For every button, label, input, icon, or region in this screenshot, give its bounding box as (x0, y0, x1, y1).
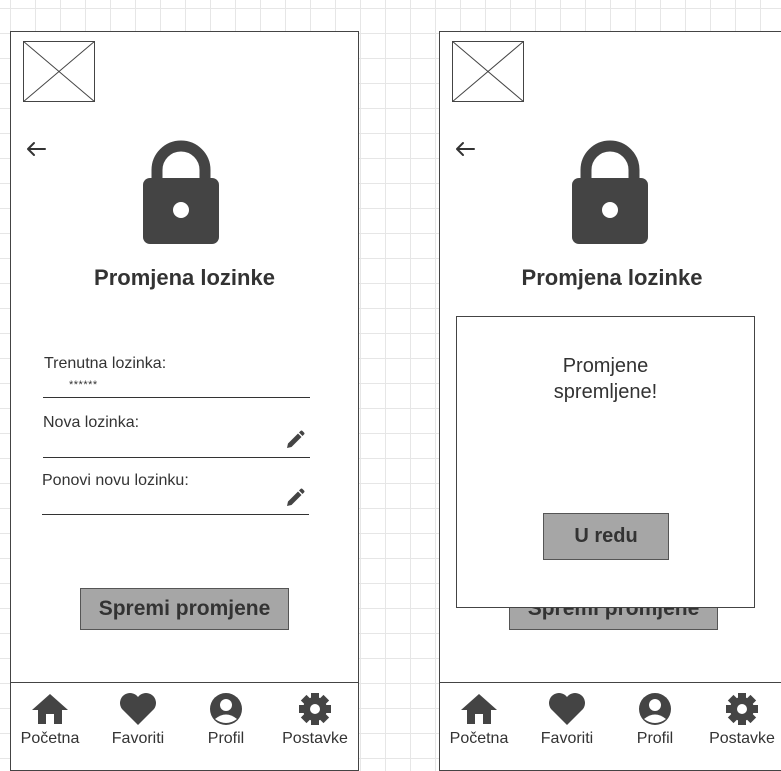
page-title: Promjena lozinke (521, 265, 703, 290)
back-arrow-icon[interactable] (454, 138, 476, 160)
new-password-input[interactable] (43, 457, 310, 458)
home-icon (32, 694, 68, 724)
nav-item-home[interactable]: Početna (440, 683, 518, 755)
lock-icon (143, 140, 219, 244)
nav-label-settings: Postavke (709, 730, 775, 747)
repeat-password-input[interactable] (42, 514, 309, 515)
nav-item-favorites[interactable]: Favoriti (99, 683, 177, 755)
nav-label-settings: Postavke (282, 730, 348, 747)
nav-label-home: Početna (449, 730, 509, 747)
edit-new-password-icon[interactable] (285, 430, 305, 450)
logo-placeholder-icon (452, 41, 524, 102)
save-changes-button[interactable]: Spremi promjene (80, 588, 289, 630)
gear-icon (299, 693, 331, 725)
nav-label-home: Početna (20, 730, 80, 747)
current-password-input[interactable]: ****** (69, 379, 98, 391)
nav-item-settings[interactable]: Postavke (702, 683, 781, 755)
heart-icon (549, 693, 585, 725)
home-icon (461, 694, 497, 724)
nav-item-profile[interactable]: Profil (616, 683, 694, 755)
nav-label-favorites: Favoriti (111, 730, 165, 747)
profile-icon (639, 693, 671, 725)
profile-icon (210, 693, 242, 725)
bottom-nav: Početna Favoriti Profil Postavke (11, 682, 358, 755)
ok-button[interactable]: U redu (543, 513, 669, 560)
logo-placeholder-icon (23, 41, 95, 102)
heart-icon (120, 693, 156, 725)
saved-dialog: Promjene spremljene! U redu (456, 316, 755, 608)
nav-label-favorites: Favoriti (540, 730, 594, 747)
back-arrow-icon[interactable] (25, 138, 47, 160)
nav-item-profile[interactable]: Profil (187, 683, 265, 755)
dialog-message-line2: spremljene! (553, 381, 658, 403)
nav-label-profile: Profil (207, 730, 245, 747)
current-password-underline (43, 397, 310, 398)
nav-item-favorites[interactable]: Favoriti (528, 683, 606, 755)
new-password-label: Nova lozinka: (43, 414, 140, 431)
nav-item-home[interactable]: Početna (11, 683, 89, 755)
repeat-password-label: Ponovi novu lozinku: (42, 472, 189, 489)
dialog-message-line1: Promjene (562, 355, 649, 377)
bottom-nav: Početna Favoriti Profil Postavke (440, 682, 781, 755)
page-title: Promjena lozinke (94, 265, 275, 290)
nav-label-profile: Profil (636, 730, 674, 747)
edit-repeat-password-icon[interactable] (285, 488, 305, 508)
change-password-saved-screen: Promjena lozinke Spremi promjene Promjen… (439, 31, 781, 771)
change-password-screen: Promjena lozinke Trenutna lozinka: *****… (10, 31, 359, 771)
lock-icon (572, 140, 648, 244)
nav-item-settings[interactable]: Postavke (275, 683, 355, 755)
gear-icon (726, 693, 758, 725)
current-password-label: Trenutna lozinka: (44, 355, 167, 372)
